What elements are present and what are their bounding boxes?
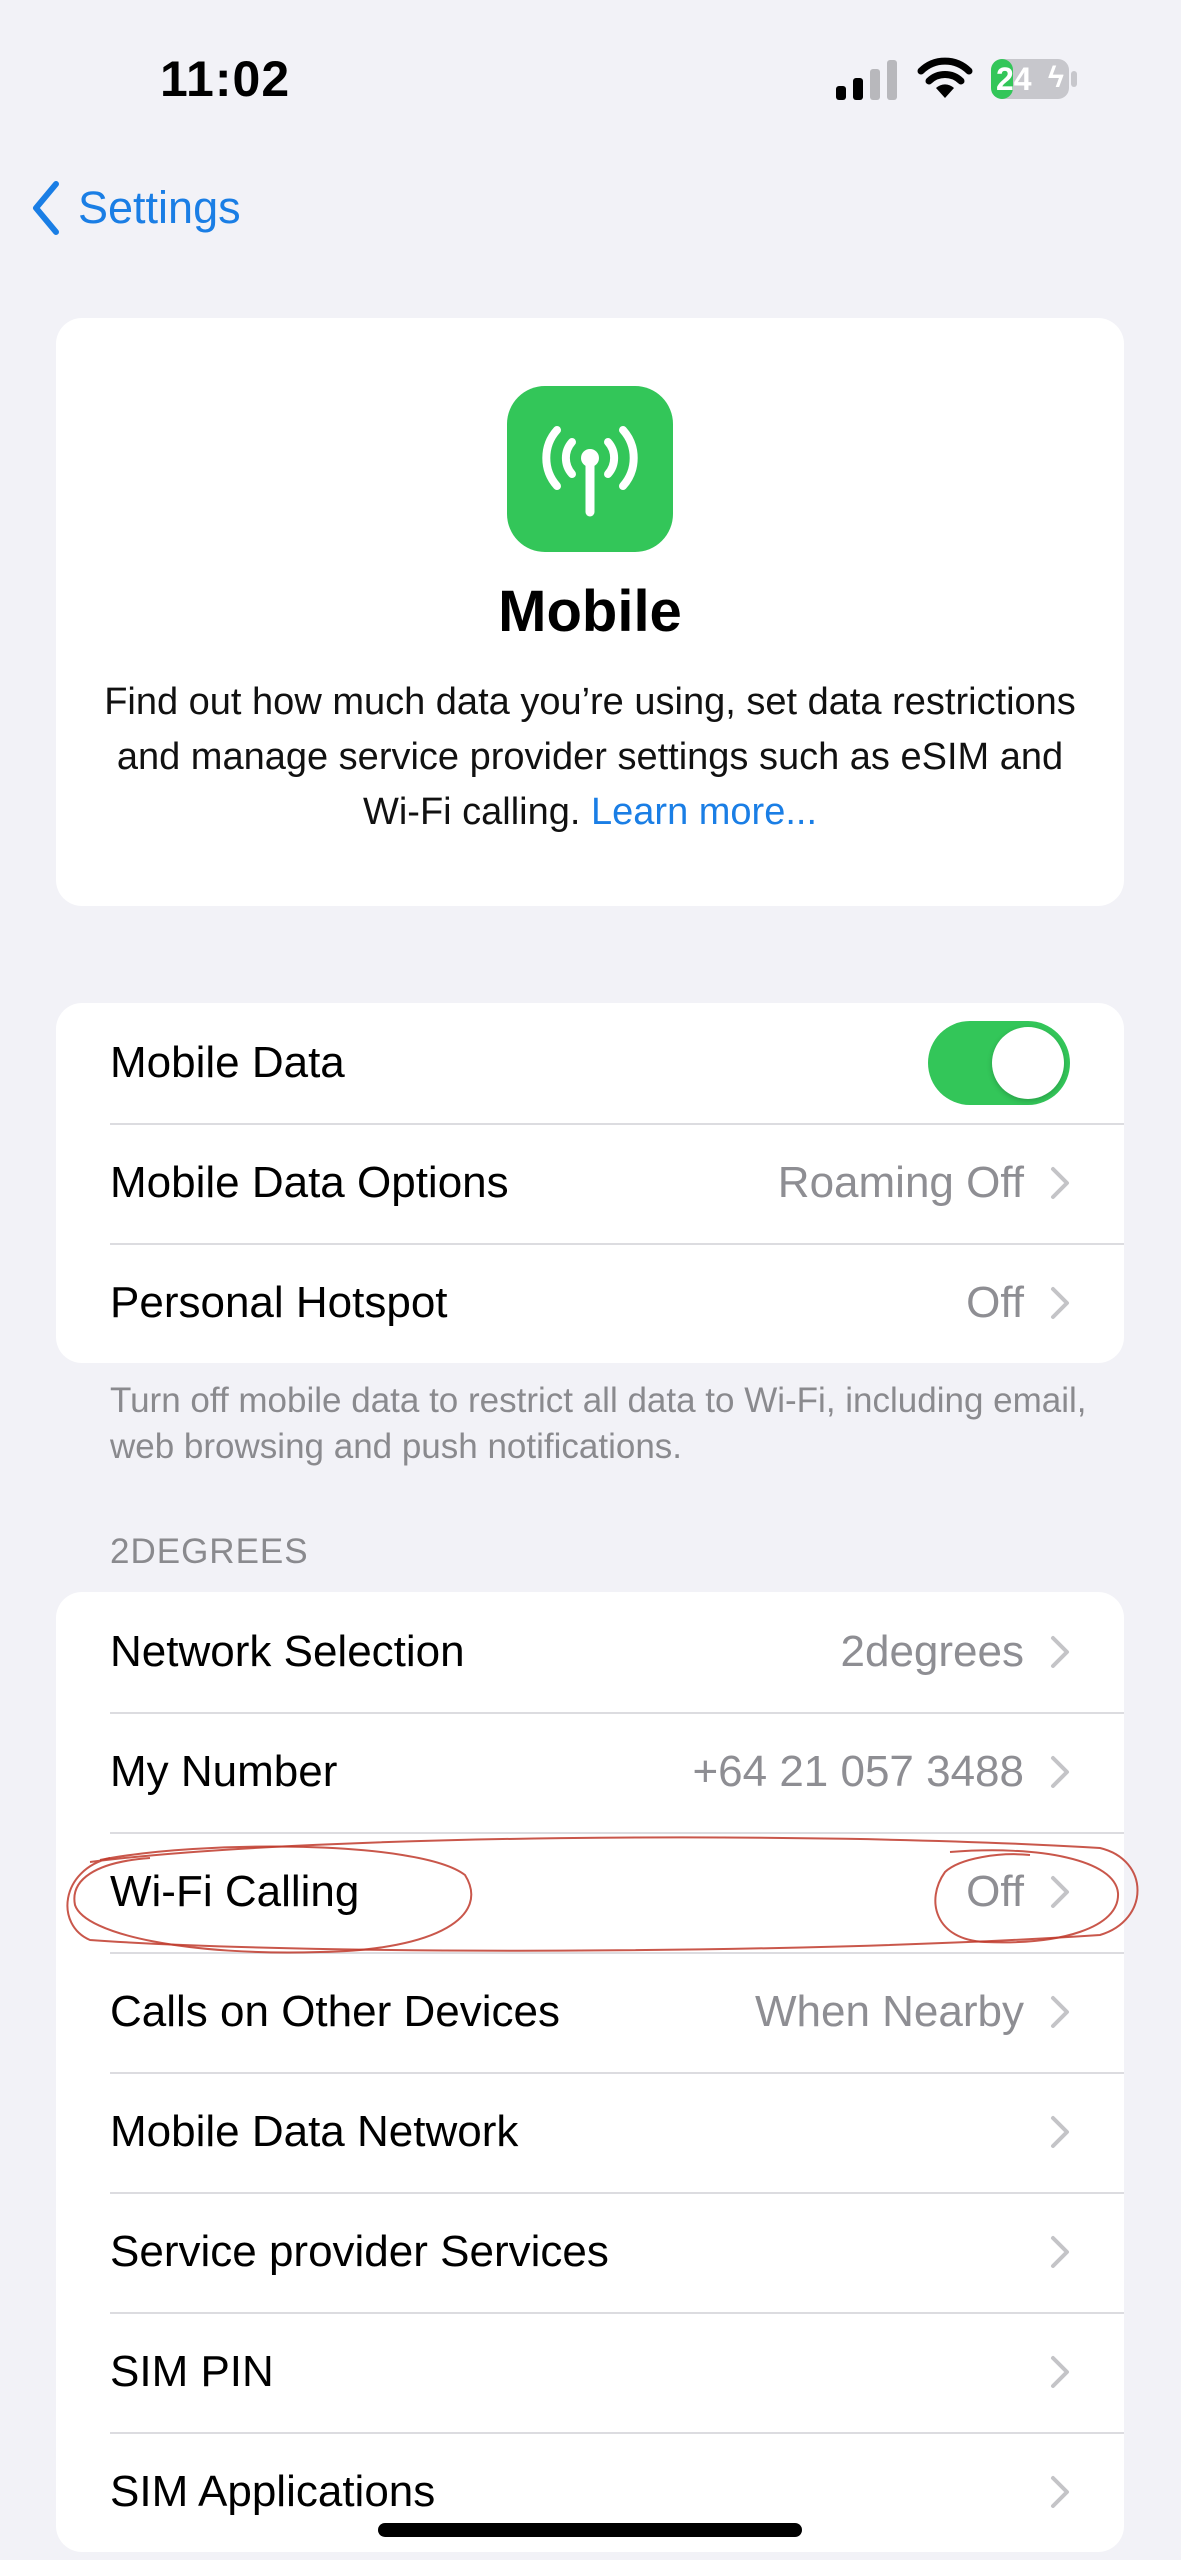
cellular-signal-icon [836, 60, 897, 100]
row-value: Roaming Off [777, 1158, 1024, 1207]
row-label: SIM PIN [110, 2347, 274, 2396]
carrier-group: Network Selection 2degrees My Number +64… [56, 1592, 1124, 2552]
section-header-carrier: 2DEGREES [110, 1532, 309, 1571]
battery-icon: 24 ϟ [990, 58, 1078, 100]
row-value: Off [966, 1278, 1024, 1327]
charging-bolt-icon: ϟ [1048, 61, 1064, 94]
row-value: When Nearby [754, 1987, 1024, 2036]
mobile-data-footer: Turn off mobile data to restrict all dat… [110, 1381, 1087, 1466]
row-label: Mobile Data [110, 1038, 345, 1087]
chevron-right-icon [1051, 1876, 1069, 1908]
row-label: Wi-Fi Calling [110, 1867, 360, 1916]
status-time: 11:02 [160, 51, 291, 107]
row-label: Personal Hotspot [110, 1278, 448, 1327]
my-number-row[interactable]: My Number +64 21 057 3488 [56, 1712, 1124, 1832]
row-label: Service provider Services [110, 2227, 609, 2276]
row-label: SIM Applications [110, 2467, 436, 2516]
description-text: Find out how much data you’re using, set… [104, 681, 1076, 833]
chevron-right-icon [1051, 2236, 1069, 2268]
chevron-right-icon [1051, 2476, 1069, 2508]
mobile-data-options-row[interactable]: Mobile Data Options Roaming Off [56, 1123, 1124, 1243]
row-value: 2degrees [840, 1627, 1024, 1676]
row-value: Off [966, 1867, 1024, 1916]
home-indicator [378, 2523, 802, 2537]
battery-level: 24 [996, 61, 1032, 97]
sim-pin-row[interactable]: SIM PIN [56, 2312, 1124, 2432]
network-selection-row[interactable]: Network Selection 2degrees [56, 1592, 1124, 1712]
wifi-icon [917, 57, 973, 98]
mobile-data-row: Mobile Data [56, 1003, 1124, 1123]
row-label: Calls on Other Devices [110, 1987, 560, 2036]
page-description: Find out how much data you’re using, set… [100, 675, 1080, 840]
page-title: Mobile [498, 579, 682, 644]
chevron-right-icon [1051, 1287, 1069, 1319]
mobile-data-network-row[interactable]: Mobile Data Network [56, 2072, 1124, 2192]
chevron-right-icon [1051, 1636, 1069, 1668]
chevron-right-icon [1051, 1167, 1069, 1199]
service-provider-services-row[interactable]: Service provider Services [56, 2192, 1124, 2312]
chevron-left-icon [33, 181, 59, 235]
back-label: Settings [78, 182, 241, 233]
chevron-right-icon [1051, 1996, 1069, 2028]
row-label: Mobile Data Options [110, 1158, 509, 1207]
row-label: My Number [110, 1747, 338, 1796]
back-button[interactable]: Settings [30, 178, 241, 238]
wifi-calling-row[interactable]: Wi-Fi Calling Off [56, 1832, 1124, 1952]
chevron-right-icon [1051, 2116, 1069, 2148]
mobile-data-toggle[interactable] [928, 1021, 1070, 1105]
row-label: Mobile Data Network [110, 2107, 519, 2156]
mobile-data-group: Mobile Data Mobile Data Options Roaming … [56, 1003, 1124, 1363]
calls-on-other-devices-row[interactable]: Calls on Other Devices When Nearby [56, 1952, 1124, 2072]
learn-more-link[interactable]: Learn more... [591, 791, 817, 833]
chevron-right-icon [1051, 1756, 1069, 1788]
antenna-icon [507, 386, 673, 552]
chevron-right-icon [1051, 2356, 1069, 2388]
personal-hotspot-row[interactable]: Personal Hotspot Off [56, 1243, 1124, 1363]
row-value: +64 21 057 3488 [692, 1747, 1024, 1796]
row-label: Network Selection [110, 1627, 465, 1676]
